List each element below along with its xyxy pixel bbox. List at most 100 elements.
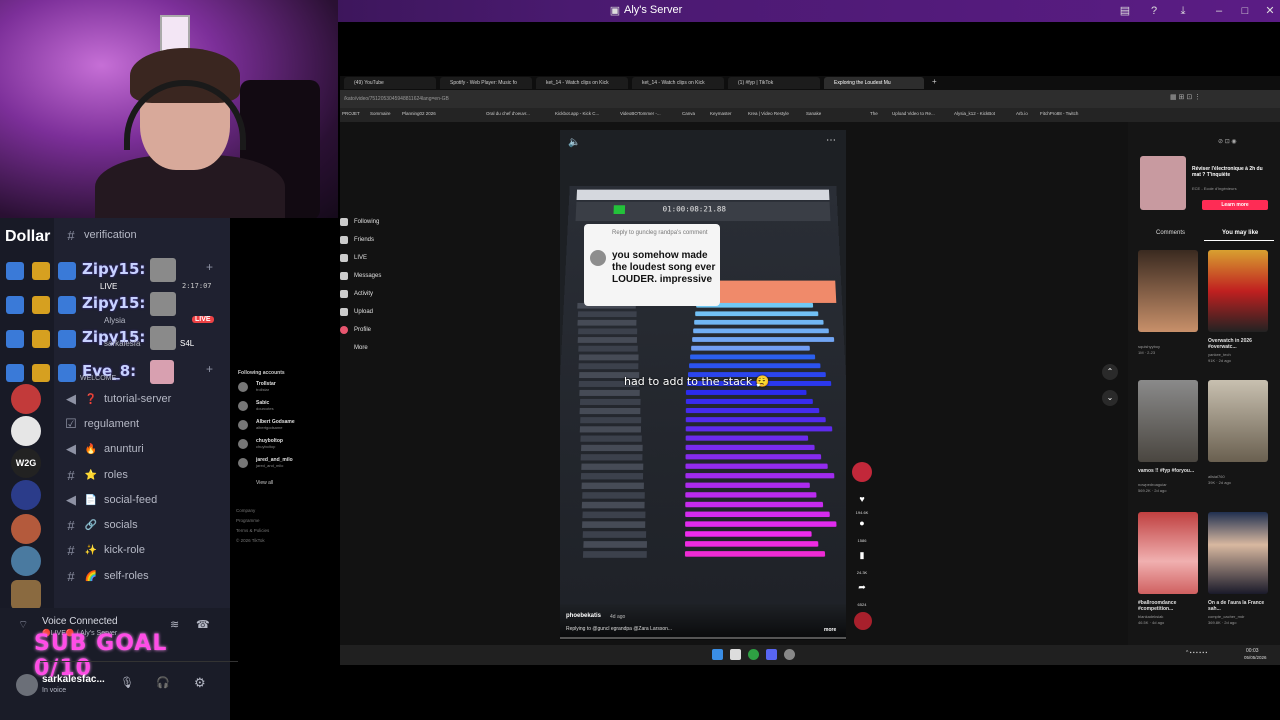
soundwave-icon[interactable]: ≋: [170, 618, 179, 631]
bookmark[interactable]: FitchPro88 - Twitch: [1040, 111, 1078, 116]
new-tab-icon[interactable]: +: [932, 77, 937, 86]
tab-tiktok-active[interactable]: Exploring the Loudest Mu: [824, 77, 924, 89]
bookmark[interactable]: The: [870, 111, 878, 116]
view-all-link[interactable]: View all: [256, 480, 273, 486]
channel-kick-role[interactable]: # ✨ kick-role: [64, 539, 224, 561]
progress-bar[interactable]: [560, 637, 846, 639]
channel-verification[interactable]: # verification: [64, 224, 224, 246]
bookmark[interactable]: Alysia_k12 - KickBot: [954, 111, 995, 116]
user-name[interactable]: sarkalesfac...: [42, 674, 105, 685]
settings-gear-icon[interactable]: ⚙: [194, 675, 206, 691]
stream-row[interactable]: Eve_8: + WELCOME: [0, 358, 230, 388]
nav-more[interactable]: More: [340, 341, 368, 355]
start-icon[interactable]: [712, 649, 723, 660]
channel-socials[interactable]: # 🔗 socials: [64, 514, 224, 536]
chevron-up-icon[interactable]: ⌃: [1102, 364, 1118, 380]
avatar[interactable]: [16, 674, 38, 696]
obs-icon[interactable]: [784, 649, 795, 660]
account-row[interactable]: Sabic dourcotes: [238, 399, 318, 415]
comment-icon[interactable]: ●: [852, 518, 872, 538]
ad-thumbnail[interactable]: [1140, 156, 1186, 210]
nav-following[interactable]: Following: [340, 215, 379, 229]
server-icon-6[interactable]: [11, 546, 41, 576]
music-disc-icon[interactable]: [854, 612, 872, 630]
bookmark[interactable]: VideoBOTommer -...: [620, 111, 661, 116]
chevron-down-icon[interactable]: ⌄: [1102, 390, 1118, 406]
headphones-icon[interactable]: 🎧: [156, 676, 170, 689]
server-icon-w2g[interactable]: W2G: [11, 448, 41, 478]
inbox-icon[interactable]: ▤: [1118, 4, 1132, 18]
bookmark[interactable]: Oral du chef d'oeuvr...: [486, 111, 530, 116]
channel-anunturi[interactable]: ◀ 🔥 anunturi: [64, 438, 224, 460]
account-row[interactable]: chuyboltop chuyboltop: [238, 437, 318, 453]
nav-upload[interactable]: Upload: [340, 305, 373, 319]
stream-row[interactable]: Zipy15: Alysia LIVE: [0, 290, 230, 325]
tab-comments[interactable]: Comments: [1156, 230, 1185, 236]
volume-icon[interactable]: 🔈: [568, 137, 580, 148]
nav-live[interactable]: LIVE: [340, 251, 367, 265]
video-thumbnail[interactable]: [1208, 512, 1268, 594]
bookmark[interactable]: Krea | Video Restyle: [748, 111, 789, 116]
share-icon[interactable]: ➦: [852, 582, 872, 602]
video-author[interactable]: phoebekatis: [566, 613, 601, 619]
footer-programme[interactable]: Programme: [236, 518, 260, 523]
footer-terms[interactable]: Terms & Policies: [236, 528, 269, 533]
chrome-icon[interactable]: [748, 649, 759, 660]
disconnect-icon[interactable]: ☎: [196, 618, 210, 631]
account-row[interactable]: Trollstar trollstar: [238, 380, 318, 396]
search-icon[interactable]: [730, 649, 741, 660]
creator-avatar[interactable]: [852, 462, 872, 482]
bookmark[interactable]: Sanake: [806, 111, 821, 116]
server-icon-7[interactable]: [11, 580, 41, 610]
tab-youtube[interactable]: (49) YouTube: [344, 77, 436, 89]
bookmark[interactable]: Keymaster: [710, 111, 732, 116]
close-icon[interactable]: ✕: [1263, 4, 1277, 18]
more-link[interactable]: more: [824, 627, 836, 633]
channel-tutorial-server[interactable]: ◀ ❓ tutorial-server: [64, 388, 224, 410]
extensions-icon[interactable]: ▦ ⊞ ⊡ ⋮: [1170, 93, 1201, 101]
bookmark[interactable]: Sommaire: [370, 111, 391, 116]
channel-self-roles[interactable]: # 🌈 self-roles: [64, 565, 224, 587]
tab-spotify[interactable]: Spotify - Web Player: Music fo: [440, 77, 532, 89]
account-row[interactable]: jared_and_milo jared_and_milo: [238, 456, 318, 472]
minimize-icon[interactable]: –: [1212, 4, 1226, 18]
tab-kick-2[interactable]: ket_14 - Watch clips on Kick: [632, 77, 724, 89]
bookmark[interactable]: Kickbot.app - Kick C...: [555, 111, 599, 116]
channel-roles[interactable]: # ⭐ roles: [64, 464, 224, 486]
video-thumbnail[interactable]: [1208, 380, 1268, 462]
help-icon[interactable]: ?: [1147, 4, 1161, 18]
add-icon[interactable]: +: [206, 362, 213, 376]
panel-icons[interactable]: ⊘ ⊡ ◉: [1218, 138, 1237, 145]
url-input[interactable]: /kato/video/7512053045948811624lang=en-G…: [344, 93, 844, 105]
video-thumbnail[interactable]: [1138, 250, 1198, 332]
channel-social-feed[interactable]: ◀ 📄 social-feed: [64, 489, 224, 511]
video-thumbnail[interactable]: [1138, 512, 1198, 594]
video-thumbnail[interactable]: [1138, 380, 1198, 462]
tab-tiktok-fyp[interactable]: (1) #fyp | TikTok: [728, 77, 820, 89]
video-player[interactable]: 01:00:08:21.88 🔈 ⋯ Reply to guncleg rand…: [560, 130, 846, 640]
server-icon-2[interactable]: [11, 416, 41, 446]
account-row[interactable]: Albert Godsame albertgodsame: [238, 418, 318, 434]
stream-row[interactable]: Zipy15: + LIVE 2:17:07: [0, 256, 230, 291]
bookmark[interactable]: Canva: [682, 111, 695, 116]
video-thumbnail[interactable]: [1208, 250, 1268, 332]
nav-profile[interactable]: Profile: [340, 323, 371, 337]
tray-icons[interactable]: ^ ▪ ▪ ▪ ▪ ▪ ▪: [1186, 650, 1207, 656]
stream-row[interactable]: Zipy15: sarkalesfa S4L: [0, 324, 230, 354]
tab-kick-1[interactable]: ket_14 - Watch clips on Kick: [536, 77, 628, 89]
learn-more-button[interactable]: Learn more: [1202, 200, 1268, 210]
bookmark[interactable]: Arb.io: [1016, 111, 1028, 116]
tab-you-may-like[interactable]: You may like: [1222, 230, 1258, 236]
bookmark[interactable]: Planning02 2026: [402, 111, 436, 116]
bookmark[interactable]: Upload Video to Re...: [892, 111, 935, 116]
channel-regulament[interactable]: ☑ regulament: [64, 413, 224, 435]
server-icon-1[interactable]: [11, 384, 41, 414]
bookmark[interactable]: PROJET: [342, 111, 360, 116]
download-icon[interactable]: ⤓: [1176, 4, 1190, 18]
add-icon[interactable]: +: [206, 260, 213, 274]
nav-friends[interactable]: Friends: [340, 233, 374, 247]
server-icon-4[interactable]: [11, 480, 41, 510]
footer-company[interactable]: Company: [236, 508, 255, 513]
maximize-icon[interactable]: □: [1238, 4, 1252, 18]
microphone-icon[interactable]: 🎙: [120, 676, 134, 689]
